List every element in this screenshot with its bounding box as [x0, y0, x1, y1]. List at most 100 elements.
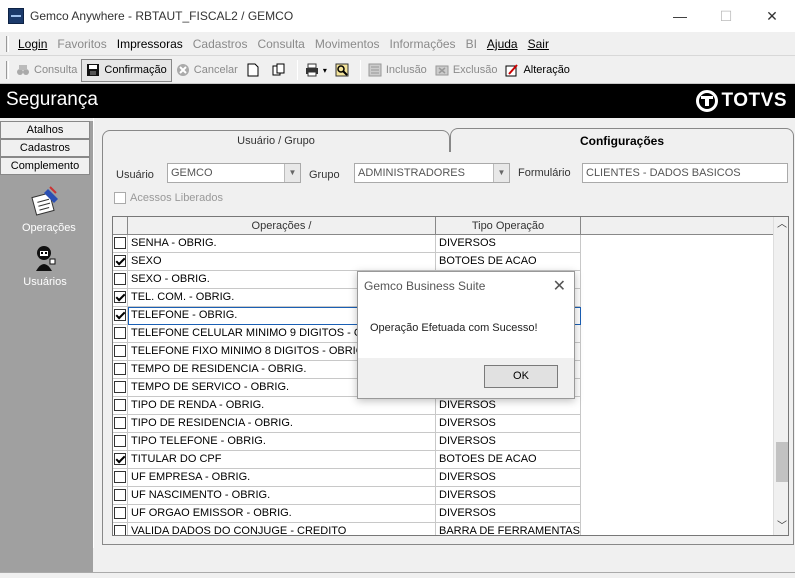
row-checkbox[interactable]: [114, 291, 126, 304]
row-checkbox-cell[interactable]: [113, 325, 128, 343]
row-checkbox[interactable]: [114, 273, 126, 286]
menu-sair[interactable]: Sair: [523, 37, 554, 51]
table-row[interactable]: SEXO BOTOES DE ACAO: [113, 253, 581, 271]
row-operacao: UF NASCIMENTO - OBRIG.: [128, 487, 436, 505]
menu-favoritos[interactable]: Favoritos: [52, 37, 111, 51]
copy-document-button[interactable]: [268, 59, 294, 82]
sidebar-atalhos-button[interactable]: Atalhos: [0, 121, 90, 139]
search-button[interactable]: [331, 59, 357, 82]
dialog-message: Operação Efetuada com Sucesso!: [370, 322, 538, 334]
row-checkbox[interactable]: [114, 435, 126, 448]
acessos-checkbox-box[interactable]: [114, 192, 126, 204]
row-checkbox-cell[interactable]: [113, 469, 128, 487]
row-checkbox[interactable]: [114, 453, 126, 466]
chevron-down-icon[interactable]: ▼: [493, 164, 509, 182]
row-checkbox-cell[interactable]: [113, 343, 128, 361]
scroll-thumb[interactable]: [776, 442, 788, 483]
print-button[interactable]: ▾: [301, 59, 331, 82]
row-checkbox-cell[interactable]: [113, 451, 128, 469]
menu-bi[interactable]: BI: [461, 37, 482, 51]
menu-informacoes[interactable]: Informações: [385, 37, 461, 51]
row-checkbox[interactable]: [114, 255, 126, 268]
toolbar-separator: [296, 60, 298, 80]
tab-usuario-grupo[interactable]: Usuário / Grupo: [102, 130, 450, 152]
exclusao-button[interactable]: Exclusão: [431, 59, 502, 82]
sidebar-operacoes-item[interactable]: Operações: [22, 185, 76, 234]
vertical-scrollbar[interactable]: ︿ ﹀: [773, 217, 788, 535]
row-checkbox[interactable]: [114, 399, 126, 412]
row-checkbox[interactable]: [114, 489, 126, 502]
header-tipo-operacao[interactable]: Tipo Operação: [436, 217, 581, 235]
usuario-combo[interactable]: GEMCO ▼: [167, 163, 301, 183]
alteracao-button[interactable]: Alteração: [501, 59, 573, 82]
usuario-value: GEMCO: [171, 167, 213, 179]
menu-ajuda-label: Ajuda: [486, 37, 518, 51]
cancelar-button[interactable]: Cancelar: [172, 59, 242, 82]
row-checkbox[interactable]: [114, 309, 126, 322]
close-button[interactable]: ✕: [749, 0, 795, 32]
table-row[interactable]: UF ORGAO EMISSOR - OBRIG. DIVERSOS: [113, 505, 581, 523]
row-checkbox[interactable]: [114, 237, 126, 250]
table-row[interactable]: TITULAR DO CPF BOTOES DE ACAO: [113, 451, 581, 469]
row-checkbox[interactable]: [114, 417, 126, 430]
confirmacao-button[interactable]: Confirmação: [81, 58, 172, 82]
inclusao-button[interactable]: Inclusão: [364, 59, 431, 82]
table-row[interactable]: UF EMPRESA - OBRIG. DIVERSOS: [113, 469, 581, 487]
row-checkbox[interactable]: [114, 363, 126, 376]
row-checkbox-cell[interactable]: [113, 397, 128, 415]
row-checkbox[interactable]: [114, 381, 126, 394]
maximize-button[interactable]: ☐: [703, 0, 749, 32]
minimize-button[interactable]: —: [657, 0, 703, 32]
row-checkbox-cell[interactable]: [113, 415, 128, 433]
sidebar-usuarios-item[interactable]: Usuários: [22, 243, 68, 288]
scroll-up-icon[interactable]: ︿: [774, 217, 788, 233]
scroll-down-icon[interactable]: ﹀: [774, 519, 788, 535]
row-checkbox-cell[interactable]: [113, 253, 128, 271]
sidebar-usuarios-label: Usuários: [23, 276, 67, 288]
message-dialog: Gemco Business Suite ✕ Operação Efetuada…: [357, 271, 575, 399]
row-checkbox-cell[interactable]: [113, 307, 128, 325]
table-row[interactable]: UF NASCIMENTO - OBRIG. DIVERSOS: [113, 487, 581, 505]
row-checkbox-cell[interactable]: [113, 379, 128, 397]
new-document-button[interactable]: [242, 59, 268, 82]
chevron-down-icon[interactable]: ▼: [284, 164, 300, 182]
grupo-combo[interactable]: ADMINISTRADORES ▼: [354, 163, 510, 183]
table-row[interactable]: SENHA - OBRIG. DIVERSOS: [113, 235, 581, 253]
row-checkbox-cell[interactable]: [113, 523, 128, 535]
consulta-button[interactable]: Consulta: [12, 59, 81, 82]
menu-ajuda[interactable]: Ajuda: [482, 37, 523, 51]
table-row[interactable]: VALIDA DADOS DO CONJUGE - CREDITO BARRA D…: [113, 523, 581, 535]
tab-configuracoes[interactable]: Configurações: [450, 128, 794, 152]
window-titlebar: Gemco Anywhere - RBTAUT_FISCAL2 / GEMCO …: [0, 0, 795, 32]
row-checkbox-cell[interactable]: [113, 235, 128, 253]
row-checkbox-cell[interactable]: [113, 505, 128, 523]
row-tipo: DIVERSOS: [436, 433, 581, 451]
menu-consulta[interactable]: Consulta: [252, 37, 309, 51]
window-title: Gemco Anywhere - RBTAUT_FISCAL2 / GEMCO: [30, 9, 294, 23]
row-checkbox-cell[interactable]: [113, 433, 128, 451]
table-row[interactable]: TIPO DE RENDA - OBRIG. DIVERSOS: [113, 397, 581, 415]
menu-impressoras[interactable]: Impressoras: [112, 37, 188, 51]
row-checkbox-cell[interactable]: [113, 289, 128, 307]
row-checkbox[interactable]: [114, 525, 126, 535]
menu-cadastros[interactable]: Cadastros: [188, 37, 253, 51]
dialog-ok-button[interactable]: OK: [484, 365, 558, 388]
table-row[interactable]: TIPO DE RESIDENCIA - OBRIG. DIVERSOS: [113, 415, 581, 433]
row-checkbox-cell[interactable]: [113, 487, 128, 505]
row-checkbox[interactable]: [114, 345, 126, 358]
row-checkbox[interactable]: [114, 327, 126, 340]
menu-movimentos[interactable]: Movimentos: [310, 37, 385, 51]
acessos-liberados-checkbox[interactable]: Acessos Liberados: [114, 192, 223, 204]
sidebar-complemento-button[interactable]: Complemento: [0, 157, 90, 175]
row-checkbox[interactable]: [114, 471, 126, 484]
row-checkbox-cell[interactable]: [113, 271, 128, 289]
row-checkbox-cell[interactable]: [113, 361, 128, 379]
formulario-field[interactable]: CLIENTES - DADOS BASICOS: [582, 163, 788, 183]
menu-login[interactable]: Login: [13, 37, 52, 51]
menu-grip: [6, 36, 9, 52]
dialog-close-icon[interactable]: ✕: [553, 276, 566, 296]
sidebar-cadastros-button[interactable]: Cadastros: [0, 139, 90, 157]
table-row[interactable]: TIPO TELEFONE - OBRIG. DIVERSOS: [113, 433, 581, 451]
row-checkbox[interactable]: [114, 507, 126, 520]
header-operacoes[interactable]: Operações /: [128, 217, 436, 235]
